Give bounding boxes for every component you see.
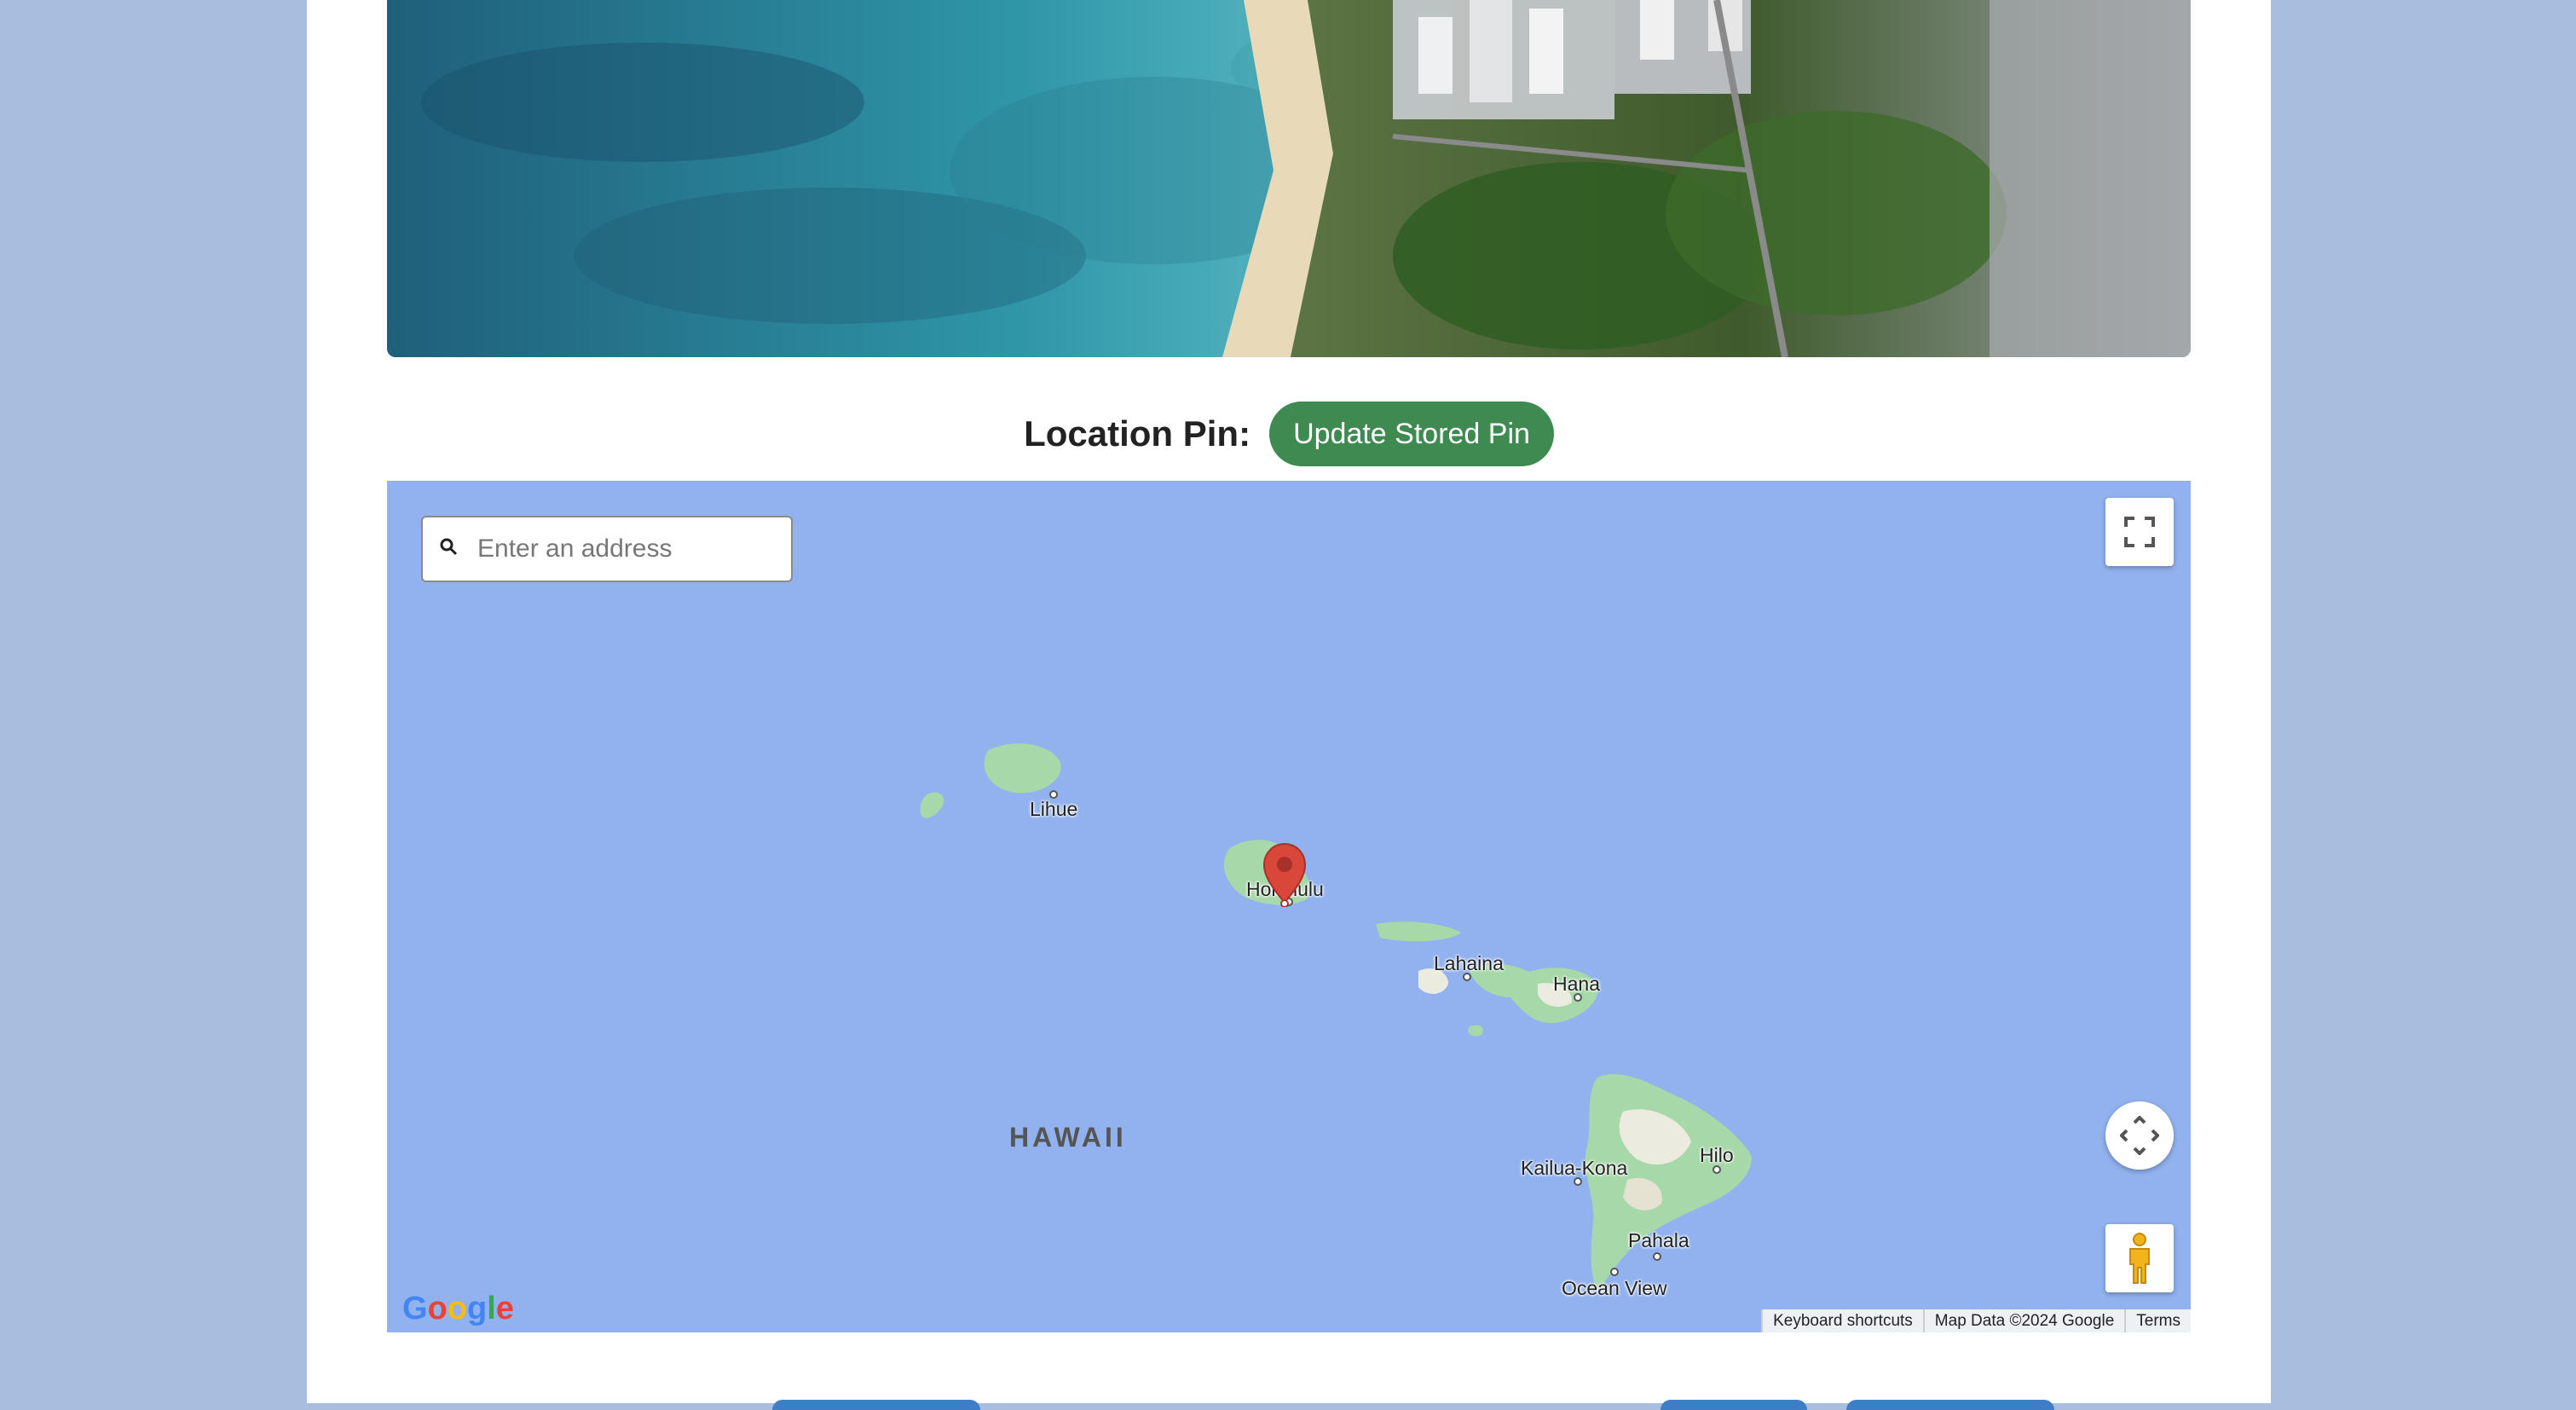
pegman-icon — [2129, 1233, 2150, 1284]
update-stored-pin-button[interactable]: Update Stored Pin — [1269, 402, 1554, 466]
location-pin-label: Location Pin: — [1024, 413, 1251, 454]
google-logo[interactable]: Google — [402, 1291, 514, 1327]
bottom-button-right[interactable] — [1846, 1400, 2054, 1410]
map-pin-icon[interactable] — [1262, 842, 1307, 911]
hero-image-waikiki-aerial — [387, 0, 2191, 357]
address-search-input[interactable] — [476, 523, 808, 575]
place-label-ocean-view: Ocean View — [1562, 1277, 1667, 1299]
map-widget[interactable]: Lihue Honolulu Lahaina Hana Kailua-Kona … — [387, 481, 2191, 1332]
place-label-pahala: Pahala — [1628, 1229, 1689, 1251]
fullscreen-icon — [2124, 517, 2155, 547]
place-label-lahaina: Lahaina — [1434, 952, 1504, 974]
street-view-pegman-button[interactable] — [2105, 1224, 2174, 1292]
map-data-credit: Map Data ©2024 Google — [1922, 1309, 2125, 1332]
location-pin-row: Location Pin: Update Stored Pin — [307, 401, 2271, 467]
keyboard-shortcuts-link[interactable]: Keyboard shortcuts — [1761, 1309, 1923, 1332]
map-attribution-bar: Keyboard shortcuts Map Data ©2024 Google… — [1761, 1309, 2191, 1332]
camera-control-button[interactable] — [2105, 1101, 2174, 1170]
fullscreen-button[interactable] — [2105, 498, 2174, 566]
terms-link[interactable]: Terms — [2124, 1309, 2191, 1332]
bottom-button-left[interactable] — [772, 1400, 980, 1410]
address-search-box[interactable] — [421, 516, 808, 582]
place-label-lihue: Lihue — [1030, 798, 1078, 820]
place-label-hana: Hana — [1553, 973, 1600, 995]
camera-control-icon — [2120, 1116, 2159, 1155]
region-label-hawaii: HAWAII — [1009, 1122, 1127, 1153]
search-icon — [438, 536, 459, 563]
content-panel: Location Pin: Update Stored Pin Lihue La… — [307, 0, 2271, 1410]
bottom-button-middle[interactable] — [1661, 1400, 1807, 1410]
place-label-hilo: Hilo — [1700, 1144, 1734, 1166]
place-label-kailua-kona: Kailua-Kona — [1521, 1157, 1628, 1179]
